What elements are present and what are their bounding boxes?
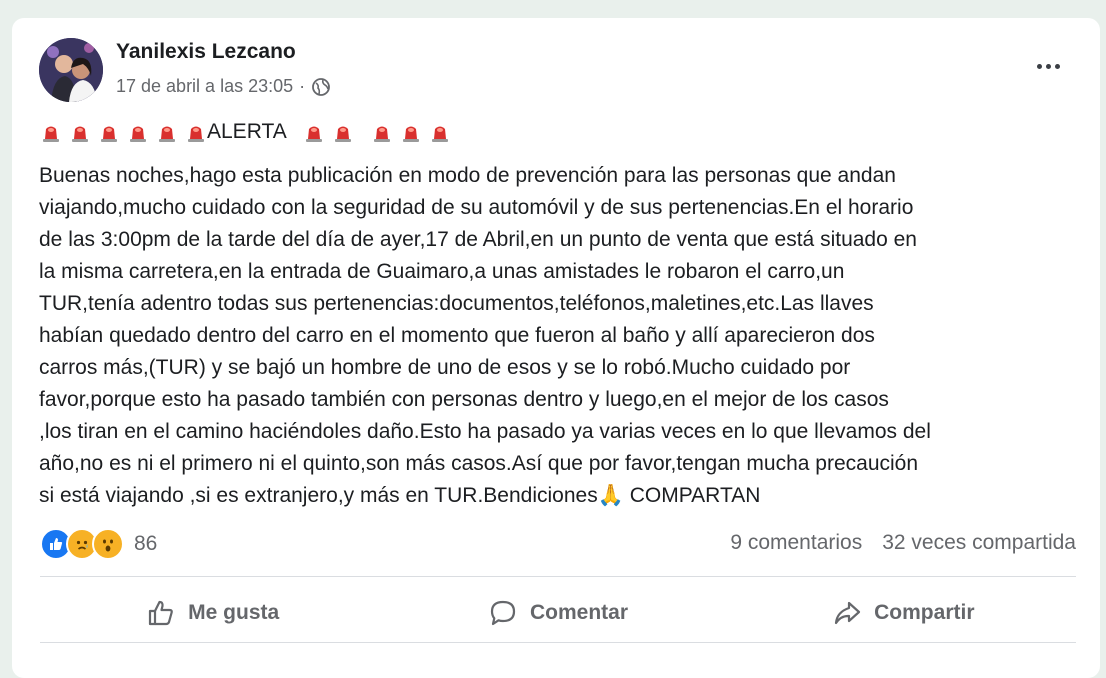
post-timestamp[interactable]: 17 de abril a las 23:05 xyxy=(116,76,293,97)
siren-icon xyxy=(159,126,175,142)
siren-icon xyxy=(43,126,59,142)
siren-icon xyxy=(334,126,351,142)
wow-icon xyxy=(92,528,124,560)
alert-word: ALERTA xyxy=(207,120,287,143)
share-count[interactable]: 32 veces compartida xyxy=(882,531,1076,555)
dot xyxy=(1045,63,1051,69)
praying-hands-emoji: 🙏 xyxy=(597,484,624,507)
like-label: Me gusta xyxy=(188,601,280,624)
action-bar: Me gusta Comentar Compartir xyxy=(40,584,1076,642)
siren-icon xyxy=(373,126,390,142)
share-label: Compartir xyxy=(874,601,975,624)
post-stats: 9 comentarios 32 veces compartida xyxy=(730,531,1076,555)
comment-count[interactable]: 9 comentarios xyxy=(730,531,862,555)
comment-label: Comentar xyxy=(529,601,628,624)
thumbs-up-icon xyxy=(149,600,174,626)
share-icon xyxy=(835,601,861,625)
more-options-button[interactable] xyxy=(1030,54,1066,78)
siren-icon xyxy=(72,126,88,142)
siren-icon xyxy=(402,126,419,142)
dot xyxy=(1036,63,1042,69)
siren-icon xyxy=(431,126,448,142)
comment-icon xyxy=(490,600,516,626)
divider xyxy=(40,642,1076,643)
reaction-summary[interactable]: 86 xyxy=(40,528,157,560)
comment-button[interactable]: Comentar xyxy=(385,584,730,642)
post-card: Yanilexis Lezcano 17 de abril a las 23:0… xyxy=(12,18,1100,678)
reaction-count[interactable]: 86 xyxy=(134,532,157,556)
post-body: Buenas noches,hago esta publicación en m… xyxy=(39,160,1079,512)
avatar[interactable] xyxy=(39,38,103,102)
author-name[interactable]: Yanilexis Lezcano xyxy=(116,40,296,64)
post-meta: 17 de abril a las 23:05 · xyxy=(116,76,331,97)
post-body-end: COMPARTAN xyxy=(623,484,761,507)
divider xyxy=(40,576,1076,577)
siren-icon xyxy=(188,126,204,142)
post-body-text: Buenas noches,hago esta publicación en m… xyxy=(39,164,931,507)
siren-icon xyxy=(101,126,117,142)
dot xyxy=(1054,63,1060,69)
alert-line: ALERTA xyxy=(40,118,458,146)
meta-separator: · xyxy=(299,76,306,96)
siren-icon xyxy=(305,126,322,142)
avatar-photo xyxy=(39,38,103,102)
globe-icon[interactable] xyxy=(311,77,331,97)
siren-icon xyxy=(130,126,146,142)
like-button[interactable]: Me gusta xyxy=(40,584,385,642)
share-button[interactable]: Compartir xyxy=(731,584,1076,642)
